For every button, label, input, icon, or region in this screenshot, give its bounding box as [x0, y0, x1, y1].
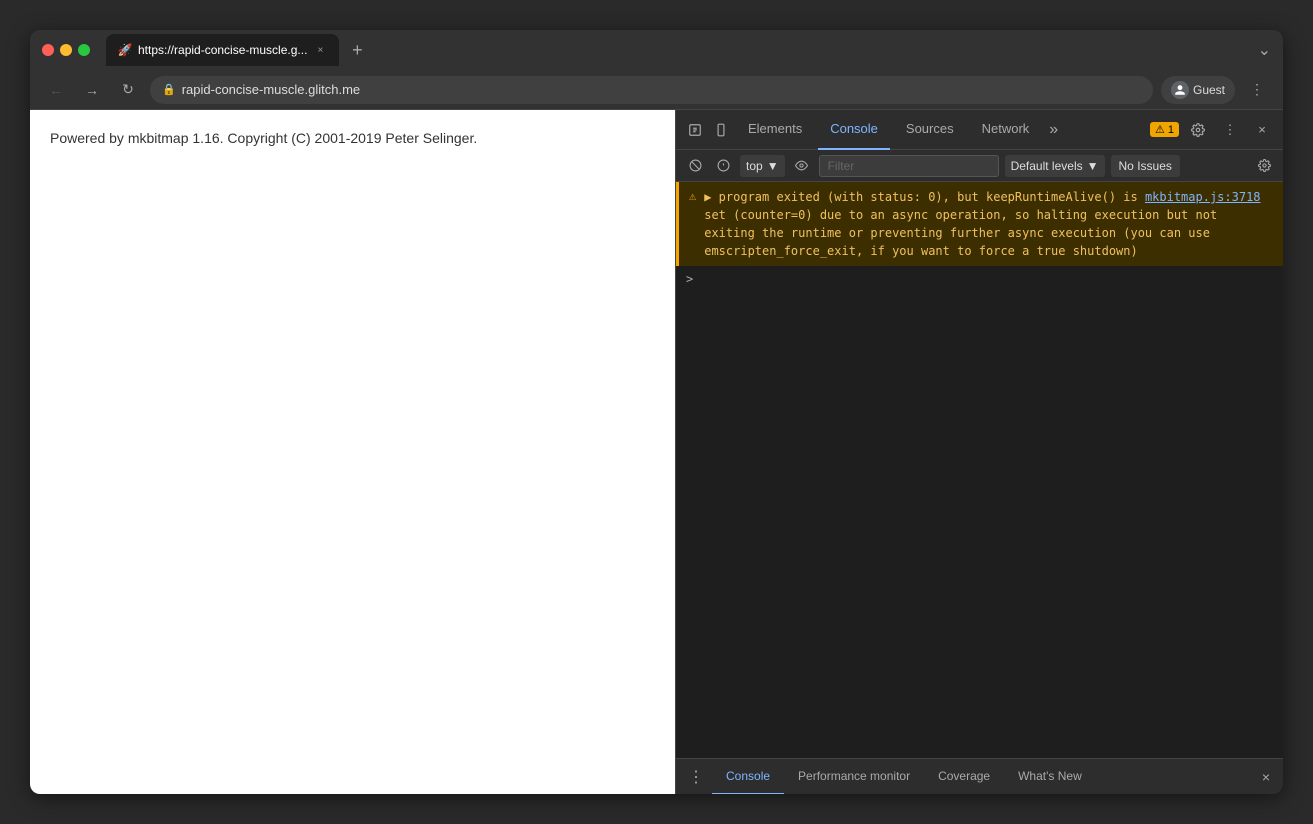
tab-close-button[interactable]: × [313, 43, 327, 57]
devtools-toolbar: Elements Console Sources Network » ⚠ 1 [676, 110, 1283, 150]
more-tabs-button[interactable]: » [1045, 121, 1062, 139]
warning-count: 1 [1168, 124, 1174, 136]
devtools-more-button[interactable]: ⋮ [1217, 117, 1243, 143]
context-arrow: ▼ [767, 159, 779, 173]
log-level-label: Default levels [1011, 159, 1083, 173]
profile-button[interactable]: Guest [1161, 76, 1235, 104]
traffic-lights [42, 44, 90, 56]
devtools-panel: Elements Console Sources Network » ⚠ 1 [675, 110, 1283, 794]
title-bar: 🚀 https://rapid-concise-muscle.g... × + … [30, 30, 1283, 70]
bottom-tab-whats-new[interactable]: What's New [1004, 759, 1096, 795]
main-area: Powered by mkbitmap 1.16. Copyright (C) … [30, 110, 1283, 794]
bottom-console-label: Console [726, 769, 770, 783]
bottom-whats-new-label: What's New [1018, 769, 1082, 783]
more-icon: ⋮ [1224, 122, 1237, 138]
elements-tab-label: Elements [748, 121, 802, 136]
devtools-toolbar-right: ⚠ 1 ⋮ × [1150, 117, 1275, 143]
warning-triangle-icon: ⚠ [689, 189, 696, 260]
tab-url: https://rapid-concise-muscle.g... [138, 43, 307, 57]
eye-button[interactable] [791, 155, 813, 177]
browser-window: 🚀 https://rapid-concise-muscle.g... × + … [30, 30, 1283, 794]
active-tab[interactable]: 🚀 https://rapid-concise-muscle.g... × [106, 34, 339, 66]
warning-badge[interactable]: ⚠ 1 [1150, 122, 1179, 137]
tab-bar-expand[interactable]: ⌄ [1258, 40, 1271, 60]
console-settings-button[interactable] [1253, 155, 1275, 177]
bottom-coverage-label: Coverage [938, 769, 990, 783]
profile-icon [1171, 81, 1189, 99]
console-warning-link[interactable]: mkbitmap.js:3718 [1145, 190, 1261, 204]
profile-label: Guest [1193, 83, 1225, 97]
prompt-arrow: > [686, 272, 693, 286]
bottom-tab-performance-monitor[interactable]: Performance monitor [784, 759, 924, 795]
close-traffic-light[interactable] [42, 44, 54, 56]
back-icon: ← [49, 82, 63, 98]
maximize-traffic-light[interactable] [78, 44, 90, 56]
context-selector[interactable]: top ▼ [740, 155, 785, 177]
warning-icon: ⚠ [1155, 123, 1165, 136]
no-issues-button[interactable]: No Issues [1111, 155, 1180, 177]
webpage: Powered by mkbitmap 1.16. Copyright (C) … [30, 110, 675, 794]
context-label: top [746, 159, 763, 173]
lock-icon: 🔒 [162, 83, 176, 96]
console-output: ⚠ ▶ program exited (with status: 0), but… [676, 182, 1283, 758]
clear-console-button[interactable] [684, 155, 706, 177]
log-level-selector[interactable]: Default levels ▼ [1005, 155, 1105, 177]
stop-button[interactable] [712, 155, 734, 177]
back-button[interactable]: ← [42, 76, 70, 104]
address-bar[interactable]: 🔒 rapid-concise-muscle.glitch.me [150, 76, 1153, 104]
warning-text-prefix: ▶ program exited (with status: 0), but k… [704, 190, 1145, 204]
bottom-close-button[interactable]: × [1253, 764, 1279, 790]
forward-icon: → [85, 82, 99, 98]
minimize-traffic-light[interactable] [60, 44, 72, 56]
browser-menu-button[interactable]: ⋮ [1243, 76, 1271, 104]
console-tab-label: Console [830, 121, 878, 136]
nav-right: Guest ⋮ [1161, 76, 1271, 104]
device-toggle-button[interactable] [710, 119, 732, 141]
bottom-performance-monitor-label: Performance monitor [798, 769, 910, 783]
filter-input[interactable] [819, 155, 999, 177]
new-tab-button[interactable]: + [343, 36, 371, 64]
log-level-arrow: ▼ [1087, 159, 1099, 173]
console-warning-text: ▶ program exited (with status: 0), but k… [704, 188, 1273, 260]
devtools-bottom-bar: ⋮ Console Performance monitor Coverage W… [676, 758, 1283, 794]
devtools-tab-elements[interactable]: Elements [736, 110, 814, 150]
network-tab-label: Network [982, 121, 1030, 136]
sources-tab-label: Sources [906, 121, 954, 136]
devtools-tab-console[interactable]: Console [818, 110, 890, 150]
address-text: rapid-concise-muscle.glitch.me [182, 82, 1141, 97]
devtools-tab-network[interactable]: Network [970, 110, 1042, 150]
no-issues-label: No Issues [1119, 159, 1172, 173]
webpage-content: Powered by mkbitmap 1.16. Copyright (C) … [50, 130, 655, 146]
tab-bar: 🚀 https://rapid-concise-muscle.g... × + … [106, 34, 1271, 66]
nav-bar: ← → ↻ 🔒 rapid-concise-muscle.glitch.me G… [30, 70, 1283, 110]
tab-favicon: 🚀 [118, 43, 132, 57]
console-prompt[interactable]: > [676, 266, 1283, 292]
bottom-tab-coverage[interactable]: Coverage [924, 759, 1004, 795]
refresh-button[interactable]: ↻ [114, 76, 142, 104]
refresh-icon: ↻ [122, 81, 134, 98]
devtools-settings-button[interactable] [1185, 117, 1211, 143]
console-warning-message: ⚠ ▶ program exited (with status: 0), but… [676, 182, 1283, 266]
inspect-element-button[interactable] [684, 119, 706, 141]
console-sub-toolbar: top ▼ Default levels ▼ No Issues [676, 150, 1283, 182]
devtools-tab-sources[interactable]: Sources [894, 110, 966, 150]
forward-button[interactable]: → [78, 76, 106, 104]
warning-text-suffix: set (counter=0) due to an async operatio… [704, 208, 1217, 258]
bottom-dots-button[interactable]: ⋮ [680, 767, 712, 787]
menu-icon: ⋮ [1250, 81, 1264, 98]
bottom-tab-console[interactable]: Console [712, 759, 784, 795]
close-icon: × [1258, 122, 1266, 137]
devtools-close-button[interactable]: × [1249, 117, 1275, 143]
